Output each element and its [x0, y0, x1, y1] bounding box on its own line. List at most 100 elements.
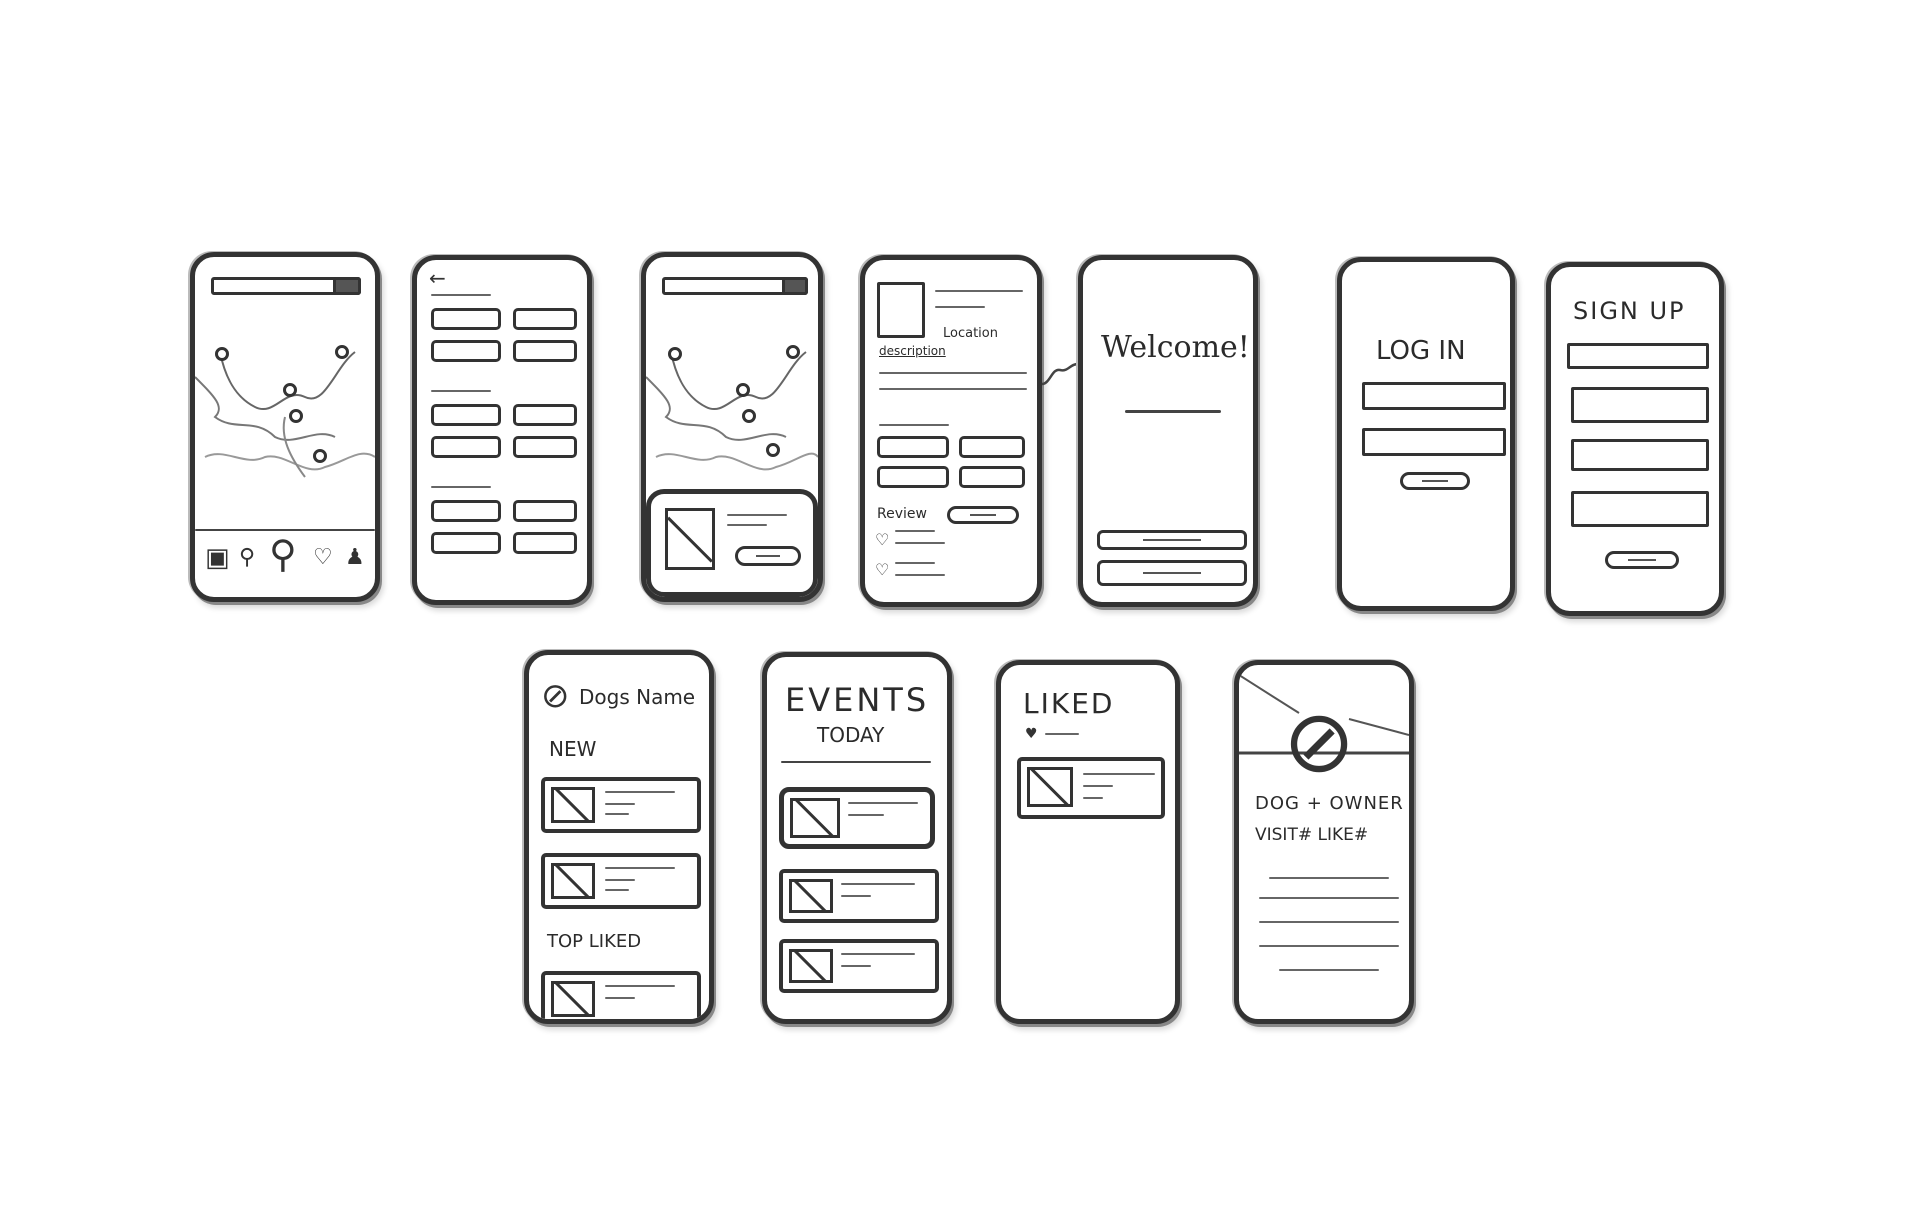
- location-preview-card[interactable]: [646, 489, 818, 597]
- text-line: [841, 883, 915, 885]
- text-line: [605, 803, 635, 805]
- map-pin[interactable]: [742, 409, 756, 423]
- grid-tile[interactable]: [513, 436, 577, 458]
- login-button[interactable]: [1097, 530, 1247, 550]
- bio-line: [1279, 969, 1379, 971]
- heart-icon[interactable]: ♡: [875, 562, 889, 578]
- map-pin[interactable]: [313, 449, 327, 463]
- map-pin[interactable]: [766, 443, 780, 457]
- location-label: Location: [943, 326, 998, 341]
- view-button[interactable]: [735, 546, 801, 566]
- write-review-button[interactable]: [947, 506, 1019, 524]
- text-line: [848, 814, 884, 816]
- heart-icon[interactable]: ♥: [1025, 727, 1038, 741]
- section-new-label: NEW: [549, 737, 597, 761]
- image-placeholder: [789, 879, 833, 913]
- image-placeholder: [789, 949, 833, 983]
- text-line: [605, 997, 635, 999]
- map-pin[interactable]: [215, 347, 229, 361]
- text-line: [727, 514, 787, 516]
- screen-owner-profile: ⊘ DOG + OWNER VISIT# LIKE#: [1234, 660, 1414, 1024]
- grid-tile[interactable]: [513, 404, 577, 426]
- back-arrow-icon[interactable]: ←: [429, 268, 446, 288]
- event-card[interactable]: [779, 787, 935, 849]
- event-card[interactable]: [779, 939, 939, 993]
- signup-field[interactable]: [1571, 491, 1709, 527]
- bio-line: [1259, 921, 1399, 923]
- bio-line: [1259, 897, 1399, 899]
- grid-tile[interactable]: [431, 404, 501, 426]
- event-card[interactable]: [779, 869, 939, 923]
- grid-tile[interactable]: [513, 340, 577, 362]
- owner-title: DOG + OWNER: [1255, 793, 1404, 814]
- text-line: [841, 965, 871, 967]
- signup-submit-button[interactable]: [1605, 551, 1679, 569]
- grid-tile[interactable]: [959, 436, 1025, 458]
- section-heading-line: [431, 390, 491, 392]
- heart-icon[interactable]: ♡: [875, 532, 889, 548]
- grid-tile[interactable]: [431, 340, 501, 362]
- map-pin[interactable]: [668, 347, 682, 361]
- dog-name: Dogs Name: [579, 685, 696, 709]
- text-line: [841, 953, 915, 955]
- avatar-icon[interactable]: ⊘: [541, 679, 570, 713]
- bag-icon[interactable]: ▣: [205, 545, 230, 571]
- post-card[interactable]: [541, 853, 701, 909]
- image-placeholder: [551, 787, 595, 823]
- section-heading-line: [879, 424, 949, 426]
- text-line: [1045, 733, 1079, 735]
- text-line: [605, 985, 675, 987]
- screen-welcome: Welcome!: [1078, 255, 1258, 607]
- post-card[interactable]: [541, 971, 701, 1019]
- screen-category-grid: ←: [412, 255, 592, 605]
- grid-tile[interactable]: [513, 308, 577, 330]
- signup-field[interactable]: [1571, 387, 1709, 423]
- search-icon[interactable]: ⚲: [239, 547, 255, 569]
- signup-button[interactable]: [1097, 560, 1247, 586]
- review-text-line: [895, 562, 935, 564]
- owner-stats: VISIT# LIKE#: [1255, 825, 1369, 845]
- map-pin[interactable]: [283, 383, 297, 397]
- grid-tile[interactable]: [431, 436, 501, 458]
- map-pin[interactable]: [786, 345, 800, 359]
- text-line: [605, 791, 675, 793]
- login-submit-button[interactable]: [1400, 472, 1470, 490]
- grid-tile[interactable]: [959, 466, 1025, 488]
- grid-tile[interactable]: [431, 532, 501, 554]
- signup-field[interactable]: [1567, 343, 1709, 369]
- text-line: [879, 388, 1027, 390]
- text-line: [605, 879, 635, 881]
- username-input[interactable]: [1362, 382, 1506, 410]
- post-card[interactable]: [541, 777, 701, 833]
- image-placeholder: [1027, 767, 1073, 807]
- password-input[interactable]: [1362, 428, 1506, 456]
- screen-signup: SIGN UP: [1546, 262, 1724, 616]
- grid-tile[interactable]: [513, 500, 577, 522]
- grid-tile[interactable]: [877, 466, 949, 488]
- signup-field[interactable]: [1571, 439, 1709, 471]
- screen-map-preview: [641, 252, 823, 602]
- grid-tile[interactable]: [431, 500, 501, 522]
- profile-avatar-icon[interactable]: ⊘: [1283, 699, 1355, 785]
- review-text-line: [895, 542, 945, 544]
- screen-location-detail: Location description Review ♡ ♡: [860, 255, 1042, 607]
- grid-tile[interactable]: [513, 532, 577, 554]
- screen-map-main: ▣ ⚲ ⚲ ♡ ♟: [190, 252, 380, 602]
- location-pin-icon[interactable]: ⚲: [269, 535, 297, 573]
- person-icon[interactable]: ♟: [345, 547, 365, 569]
- map-pin[interactable]: [289, 409, 303, 423]
- login-title: LOG IN: [1376, 336, 1466, 366]
- title-line: [935, 290, 1023, 292]
- screen-login: LOG IN: [1337, 257, 1515, 611]
- heart-icon[interactable]: ♡: [313, 547, 333, 569]
- text-line: [1083, 773, 1155, 775]
- liked-card[interactable]: [1017, 757, 1165, 819]
- map-pin[interactable]: [736, 383, 750, 397]
- grid-tile[interactable]: [877, 436, 949, 458]
- map-pin[interactable]: [335, 345, 349, 359]
- text-line: [605, 867, 675, 869]
- grid-tile[interactable]: [431, 308, 501, 330]
- section-top-liked-label: TOP LIKED: [547, 931, 642, 952]
- image-placeholder: [665, 508, 715, 570]
- text-line: [727, 524, 767, 526]
